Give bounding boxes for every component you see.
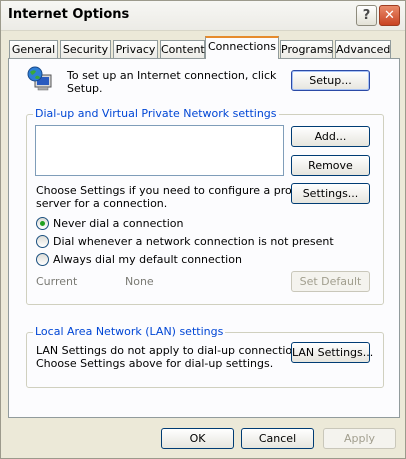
current-label: Current bbox=[36, 275, 78, 288]
tab-security[interactable]: Security bbox=[60, 40, 111, 58]
radio-dial-whenever[interactable] bbox=[36, 235, 49, 248]
tab-label: General bbox=[11, 43, 56, 56]
apply-button[interactable]: Apply bbox=[323, 428, 396, 449]
tab-label: Security bbox=[62, 43, 109, 56]
tab-privacy[interactable]: Privacy bbox=[113, 40, 158, 58]
tab-label: Content bbox=[161, 43, 205, 56]
radio-always-dial-label[interactable]: Always dial my default connection bbox=[53, 253, 242, 267]
tab-label: Connections bbox=[208, 40, 276, 53]
tab-label: Programs bbox=[281, 43, 334, 56]
setup-text-line1: To set up an Internet connection, click bbox=[67, 69, 277, 82]
dialup-group-label: Dial-up and Virtual Private Network sett… bbox=[33, 107, 279, 121]
connections-page: To set up an Internet connection, click … bbox=[8, 58, 400, 418]
lan-text-line1: LAN Settings do not apply to dial-up con… bbox=[36, 344, 309, 357]
title-bar: Internet Options ? ✕ bbox=[1, 1, 405, 31]
tab-label: Privacy bbox=[115, 43, 156, 56]
tab-connections[interactable]: Connections bbox=[205, 36, 279, 59]
settings-button[interactable]: Settings... bbox=[291, 183, 370, 204]
tab-programs[interactable]: Programs bbox=[280, 40, 333, 58]
remove-button[interactable]: Remove bbox=[291, 155, 370, 176]
close-icon: ✕ bbox=[384, 8, 395, 23]
tab-general[interactable]: General bbox=[9, 40, 58, 58]
radio-never-dial-label[interactable]: Never dial a connection bbox=[53, 217, 183, 231]
internet-options-dialog: Internet Options ? ✕ General Security Pr… bbox=[0, 0, 406, 459]
tab-label: Advanced bbox=[336, 43, 391, 56]
help-button[interactable]: ? bbox=[356, 5, 377, 26]
window-title: Internet Options bbox=[8, 7, 130, 22]
setup-button[interactable]: Setup... bbox=[291, 70, 370, 91]
set-default-button[interactable]: Set Default bbox=[291, 271, 370, 292]
current-value: None bbox=[125, 275, 154, 288]
cancel-button[interactable]: Cancel bbox=[241, 428, 314, 449]
add-button[interactable]: Add... bbox=[291, 126, 370, 147]
choose-settings-line1: Choose Settings if you need to configure… bbox=[36, 184, 305, 197]
tab-content[interactable]: Content bbox=[160, 40, 205, 58]
globe-computer-icon bbox=[27, 66, 52, 91]
close-button[interactable]: ✕ bbox=[379, 5, 400, 26]
radio-never-dial[interactable] bbox=[36, 217, 49, 230]
lan-text-line2: Choose Settings above for dial-up settin… bbox=[36, 357, 274, 370]
tab-advanced[interactable]: Advanced bbox=[335, 40, 391, 58]
radio-always-dial[interactable] bbox=[36, 253, 49, 266]
radio-selected-dot bbox=[40, 221, 45, 226]
connections-listbox[interactable] bbox=[35, 125, 284, 176]
help-icon: ? bbox=[362, 8, 371, 23]
choose-settings-line2: server for a connection. bbox=[36, 197, 168, 210]
setup-text-line2: Setup. bbox=[67, 82, 103, 95]
lan-settings-button[interactable]: LAN Settings... bbox=[291, 342, 373, 363]
lan-group-label: Local Area Network (LAN) settings bbox=[33, 325, 226, 339]
ok-button[interactable]: OK bbox=[161, 428, 234, 449]
radio-dial-whenever-label[interactable]: Dial whenever a network connection is no… bbox=[53, 235, 334, 249]
